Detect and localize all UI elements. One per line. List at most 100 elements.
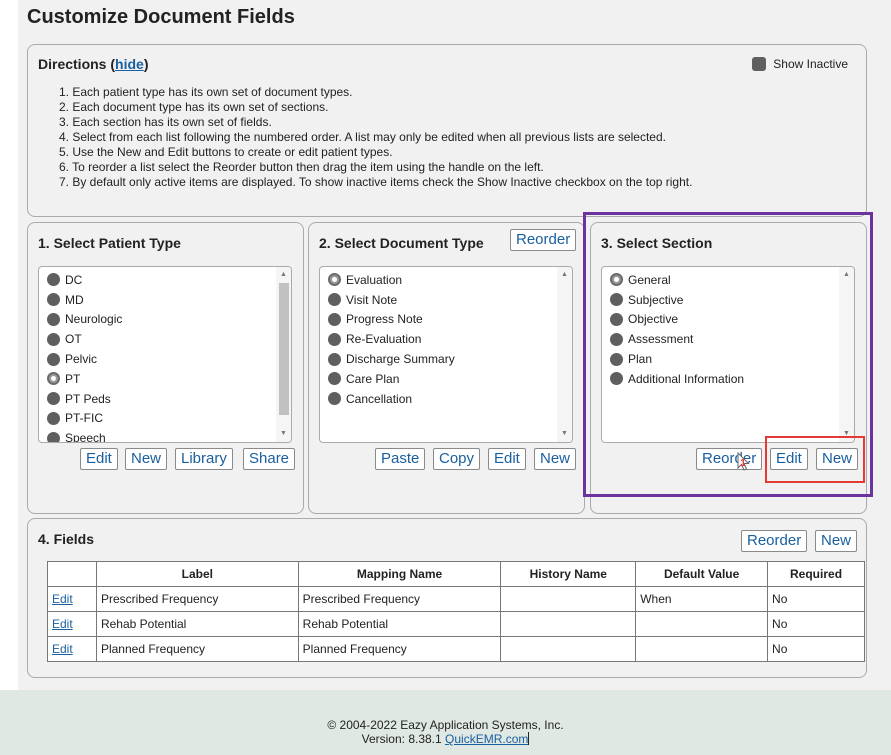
row-edit-link[interactable]: Edit xyxy=(47,611,97,637)
list-item[interactable]: Discharge Summary xyxy=(328,349,572,369)
edit-new-buttons-highlight xyxy=(765,436,865,483)
list-item[interactable]: Evaluation xyxy=(328,270,572,290)
patient-type-share-button[interactable]: Share xyxy=(243,448,296,470)
page-title: Customize Document Fields xyxy=(27,6,295,28)
list-item[interactable]: PT Peds xyxy=(47,389,291,409)
direction-item: 1. Each patient type has its own set of … xyxy=(59,85,353,99)
list-item-label: Neurologic xyxy=(65,312,123,327)
patient-type-list[interactable]: DC MD Neurologic OT Pelvic PT PT Peds PT… xyxy=(38,266,292,443)
radio-icon[interactable] xyxy=(47,392,60,406)
radio-selected-icon[interactable] xyxy=(328,273,341,287)
directions-heading: Directions (hide) xyxy=(38,56,149,72)
radio-icon[interactable] xyxy=(47,332,60,346)
document-type-paste-button[interactable]: Paste xyxy=(375,448,426,470)
radio-icon[interactable] xyxy=(328,392,341,406)
list-item-label: Cancellation xyxy=(346,391,413,406)
column-header: Label xyxy=(95,561,299,587)
list-item[interactable]: Neurologic xyxy=(47,310,291,330)
radio-icon[interactable] xyxy=(47,352,60,366)
document-type-scrollbar[interactable]: ▲ ▼ xyxy=(557,267,572,442)
radio-icon[interactable] xyxy=(328,293,341,307)
scroll-down-icon[interactable]: ▼ xyxy=(557,427,572,441)
list-item-label: Speech xyxy=(65,431,106,443)
show-inactive-toggle[interactable]: Show Inactive xyxy=(752,57,848,71)
patient-type-edit-button[interactable]: Edit xyxy=(80,448,118,470)
cell-history xyxy=(500,611,637,637)
document-type-list[interactable]: Evaluation Visit Note Progress Note Re-E… xyxy=(319,266,573,443)
radio-icon[interactable] xyxy=(47,273,60,287)
radio-icon[interactable] xyxy=(47,293,60,307)
radio-icon[interactable] xyxy=(328,332,341,346)
list-item-label: Discharge Summary xyxy=(346,352,455,367)
mouse-cursor-icon: 1 xyxy=(737,452,750,471)
list-item[interactable]: PT-FIC xyxy=(47,409,291,429)
cell-required: No xyxy=(767,611,865,637)
direction-item: 5. Use the New and Edit buttons to creat… xyxy=(59,145,393,159)
list-item-label: OT xyxy=(65,332,82,347)
radio-icon[interactable] xyxy=(328,312,341,326)
radio-icon[interactable] xyxy=(328,352,341,366)
scroll-up-icon[interactable]: ▲ xyxy=(557,268,572,282)
radio-selected-icon[interactable] xyxy=(47,372,60,386)
list-item-label: Progress Note xyxy=(346,312,423,327)
list-item[interactable]: Re-Evaluation xyxy=(328,329,572,349)
patient-type-library-button[interactable]: Library xyxy=(175,448,233,470)
direction-item: 6. To reorder a list select the Reorder … xyxy=(59,160,544,174)
list-item[interactable]: DC xyxy=(47,270,291,290)
list-item-label: PT-FIC xyxy=(65,411,103,426)
show-inactive-label: Show Inactive xyxy=(773,57,848,71)
cell-mapping: Planned Frequency xyxy=(297,636,502,662)
list-item[interactable]: MD xyxy=(47,290,291,310)
hide-directions-link[interactable]: hide xyxy=(115,56,144,72)
table-row: Edit Planned Frequency Planned Frequency… xyxy=(47,636,865,662)
list-item-label: Pelvic xyxy=(65,352,98,367)
patient-type-scrollbar[interactable]: ▲ ▼ xyxy=(276,267,291,442)
table-row: Edit Rehab Potential Rehab Potential No xyxy=(47,611,865,637)
document-type-new-button[interactable]: New xyxy=(534,448,577,470)
direction-item: 3. Each section has its own set of field… xyxy=(59,115,272,129)
radio-icon[interactable] xyxy=(328,372,341,386)
fields-new-button[interactable]: New xyxy=(815,530,858,552)
radio-icon[interactable] xyxy=(47,411,60,425)
list-item-label: DC xyxy=(65,272,83,287)
row-edit-link[interactable]: Edit xyxy=(47,586,97,612)
row-edit-link[interactable]: Edit xyxy=(47,636,97,662)
table-header-row: Label Mapping Name History Name Default … xyxy=(47,561,865,587)
cell-default xyxy=(635,611,769,637)
list-item[interactable]: Progress Note xyxy=(328,310,572,330)
patient-type-new-button[interactable]: New xyxy=(125,448,168,470)
column-header: History Name xyxy=(500,561,637,587)
column-header xyxy=(47,561,97,587)
footer-quickemr-link[interactable]: QuickEMR.com xyxy=(445,732,528,746)
list-item-label: MD xyxy=(65,292,84,307)
directions-title: Directions xyxy=(38,56,107,72)
cell-required: No xyxy=(767,586,865,612)
cell-history xyxy=(500,586,637,612)
radio-icon[interactable] xyxy=(47,431,60,442)
list-item[interactable]: Pelvic xyxy=(47,349,291,369)
list-item[interactable]: PT xyxy=(47,369,291,389)
patient-type-title: 1. Select Patient Type xyxy=(38,235,181,251)
list-item[interactable]: Care Plan xyxy=(328,369,572,389)
document-type-copy-button[interactable]: Copy xyxy=(433,448,481,470)
cell-mapping: Prescribed Frequency xyxy=(297,586,502,612)
scroll-up-icon[interactable]: ▲ xyxy=(276,268,291,282)
list-item[interactable]: Speech xyxy=(47,428,291,443)
list-item-label: Visit Note xyxy=(346,292,398,307)
list-item[interactable]: Visit Note xyxy=(328,290,572,310)
cell-label: Rehab Potential xyxy=(95,611,299,637)
radio-icon[interactable] xyxy=(47,312,60,326)
scroll-down-icon[interactable]: ▼ xyxy=(276,427,291,441)
list-item[interactable]: Cancellation xyxy=(328,389,572,409)
column-header: Required xyxy=(767,561,865,587)
show-inactive-checkbox[interactable] xyxy=(752,57,767,71)
document-type-edit-button[interactable]: Edit xyxy=(488,448,526,470)
list-item[interactable]: OT xyxy=(47,329,291,349)
fields-reorder-button[interactable]: Reorder xyxy=(741,530,808,552)
footer-copyright: © 2004-2022 Eazy Application Systems, In… xyxy=(327,718,564,732)
fields-panel: 4. Fields Reorder New Label Mapping Name… xyxy=(27,518,867,678)
footer-version: Version: 8.38.1 QuickEMR.com xyxy=(0,732,891,746)
footer-version-text: Version: 8.38.1 xyxy=(361,732,442,746)
scroll-thumb[interactable] xyxy=(279,283,289,415)
document-type-reorder-button[interactable]: Reorder xyxy=(510,229,577,251)
